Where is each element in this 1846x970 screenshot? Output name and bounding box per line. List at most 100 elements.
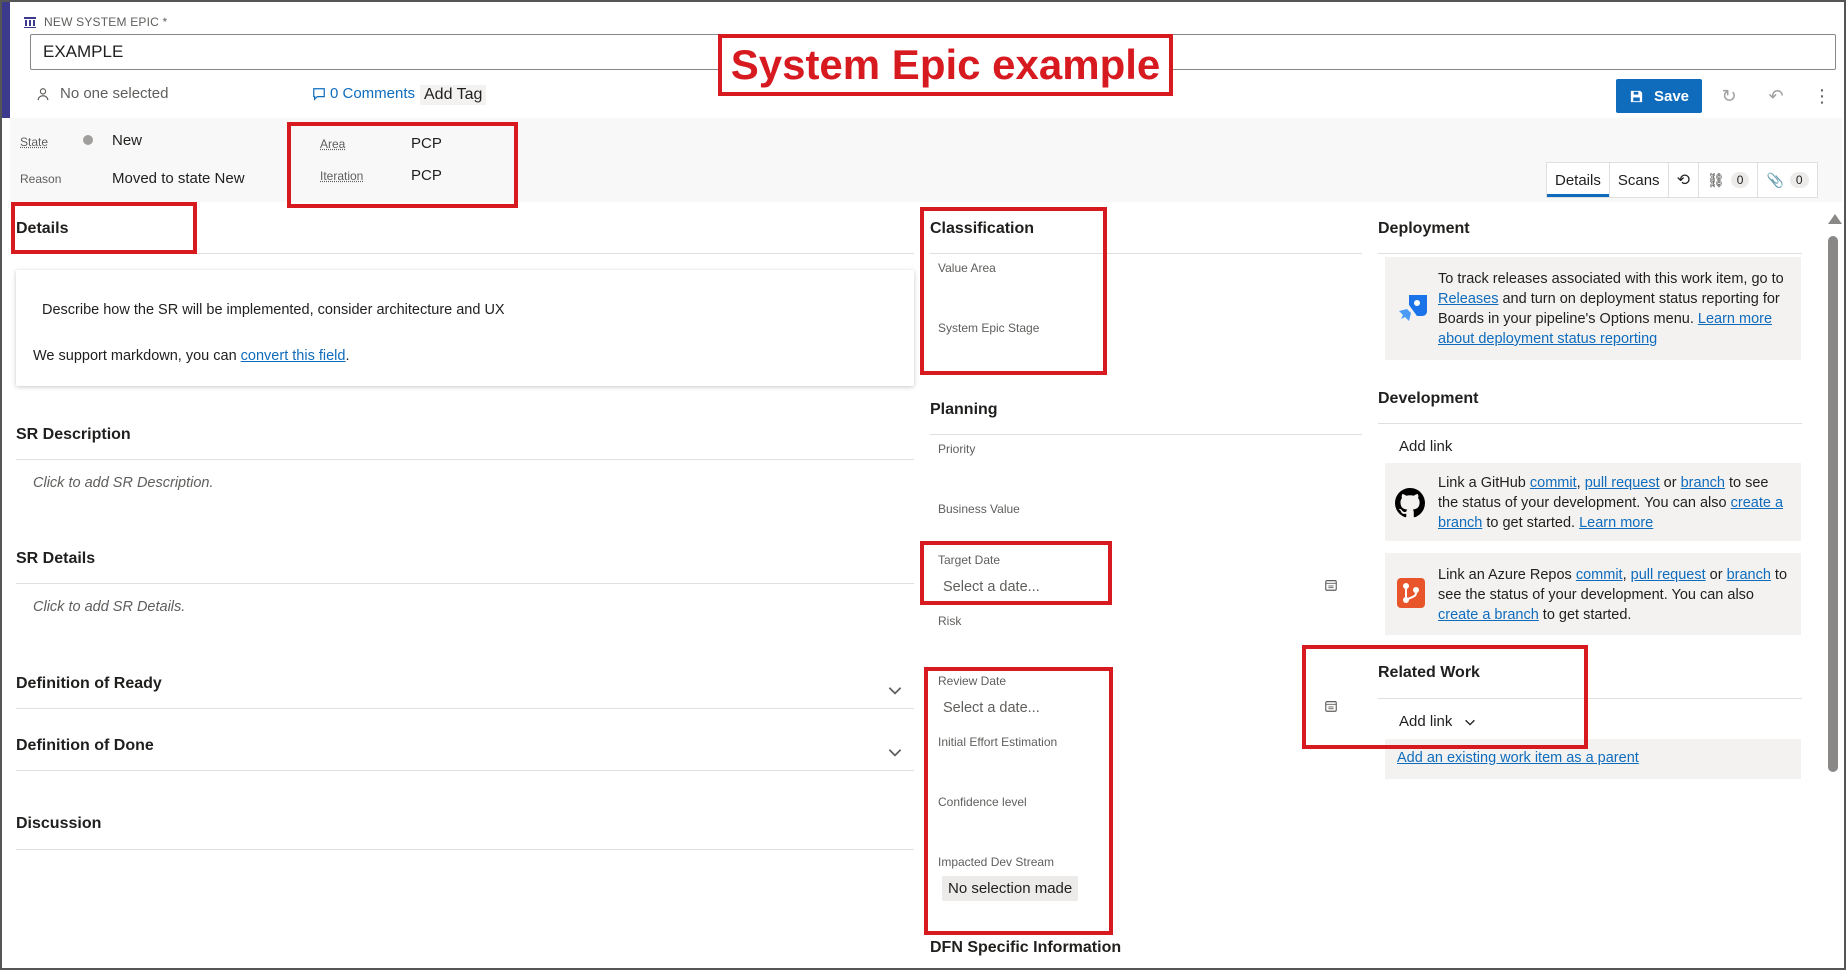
calendar-icon[interactable] [1324,578,1338,592]
link-icon: ⛓ [1706,171,1725,188]
chevron-down-icon[interactable] [886,743,904,761]
markdown-note: We support markdown, you can convert thi… [33,346,349,366]
azure-line-1-end: to [1770,567,1788,583]
or-2: or [1705,567,1727,583]
assignee-picker[interactable]: No one selected [36,85,168,102]
azure-commit-link[interactable]: commit [1576,567,1623,583]
azure-create-branch-link[interactable]: create a branch [1438,607,1539,623]
comma-2: , [1622,567,1631,583]
dod-rule [16,770,914,771]
azure-pipelines-icon [1399,295,1427,321]
save-label: Save [1653,87,1690,105]
discussion-title: Discussion [16,815,102,832]
attachment-icon: 📎 [1766,171,1784,188]
development-add-link[interactable]: Add link [1399,438,1452,455]
attachments-count: 0 [1789,172,1809,188]
tab-scans[interactable]: Scans [1610,163,1669,197]
annotation-details [11,202,197,254]
chevron-down-icon[interactable] [886,681,904,699]
work-item-type-label: NEW SYSTEM EPIC * [44,15,168,29]
save-icon [1630,90,1643,102]
risk-label: Risk [938,614,962,628]
undo-icon[interactable]: ↶ [1764,84,1788,108]
work-item-color-bar [2,2,10,118]
github-text: Link a GitHub commit, pull request or br… [1438,473,1798,533]
dor-rule [16,708,914,709]
reason-value[interactable]: Moved to state New [112,170,245,187]
assignee-label: No one selected [60,85,169,102]
person-icon [37,87,49,100]
definition-of-done-title[interactable]: Definition of Done [16,737,154,755]
tab-history[interactable]: ⟲ [1669,163,1699,197]
deployment-line-2-text: and turn on deployment status reporting … [1498,291,1780,307]
state-value[interactable]: New [112,132,142,149]
azure-line-1: Link an Azure Repos commit, pull request… [1438,565,1798,585]
scrollbar-thumb[interactable] [1828,236,1838,772]
azure-line-3-text: to get started. [1538,607,1632,623]
github-card: Link a GitHub commit, pull request or br… [1385,463,1801,541]
convert-field-link[interactable]: convert this field [241,348,346,364]
github-line-1-end: to see [1724,475,1769,491]
business-value-label: Business Value [938,502,1020,516]
tab-details[interactable]: Details [1547,163,1610,197]
deployment-rule [1378,253,1802,254]
deployment-status-link[interactable]: about deployment status reporting [1438,331,1657,347]
github-learn-more-link[interactable]: Learn more [1579,515,1653,531]
deployment-line-4: about deployment status reporting [1438,329,1798,349]
github-create-branch-link-2[interactable]: branch [1438,515,1482,531]
comments-count: 0 Comments [330,85,416,102]
links-count: 0 [1730,172,1750,188]
azure-pull-request-link[interactable]: pull request [1631,567,1706,583]
tab-attachments[interactable]: 📎 0 [1758,163,1816,197]
github-pull-request-link[interactable]: pull request [1585,475,1660,491]
description-editor[interactable]: Describe how the SR will be implemented,… [16,270,914,386]
markdown-note-suffix: . [345,348,350,364]
azure-line-2: see the status of your development. You … [1438,587,1754,603]
history-icon: ⟲ [1676,172,1690,189]
github-icon [1395,488,1425,518]
github-line-3-text: to get started. [1482,515,1580,531]
github-commit-link[interactable]: commit [1530,475,1577,491]
github-line-1: Link a GitHub commit, pull request or br… [1438,473,1798,493]
save-button[interactable]: Save [1616,79,1702,113]
refresh-icon[interactable]: ↻ [1717,84,1741,108]
sr-details-title: SR Details [16,550,96,567]
definition-of-ready-title[interactable]: Definition of Ready [16,675,162,693]
releases-link[interactable]: Releases [1438,291,1498,307]
tab-links[interactable]: ⛓ 0 [1699,163,1759,197]
planning-title: Planning [930,401,998,418]
sr-details-field[interactable]: Click to add SR Details. [33,599,185,615]
sr-description-field[interactable]: Click to add SR Description. [33,475,214,491]
azure-repos-icon [1397,578,1425,608]
deployment-line-3-text: Boards in your pipeline's Options menu. [1438,311,1698,327]
more-actions-icon[interactable]: ⋮ [1810,84,1834,108]
add-existing-parent-link[interactable]: Add an existing work item as a parent [1397,750,1639,766]
deployment-line-3: Boards in your pipeline's Options menu. … [1438,309,1798,329]
or-1: or [1659,475,1681,491]
learn-more-link[interactable]: Learn more [1698,311,1772,327]
github-line-1-text: Link a GitHub [1438,475,1530,491]
azure-branch-link[interactable]: branch [1727,567,1771,583]
github-branch-link[interactable]: branch [1681,475,1725,491]
azure-line-1-text: Link an Azure Repos [1438,567,1576,583]
tab-details-label: Details [1555,171,1601,189]
comments-link[interactable]: 0 Comments [312,85,415,102]
comment-icon [313,87,325,101]
github-create-branch-link[interactable]: create a [1731,495,1783,511]
deployment-text: To track releases associated with this w… [1438,269,1798,349]
work-item-type-header: NEW SYSTEM EPIC * [22,14,167,30]
state-label: State [20,135,49,149]
development-rule [1378,423,1802,424]
scroll-up-arrow[interactable] [1828,214,1842,224]
deployment-line-1: To track releases associated with this w… [1438,271,1784,287]
annotation-related-work [1302,645,1588,749]
annotation-target-date [920,541,1112,605]
azure-repos-card: Link an Azure Repos commit, pull request… [1385,553,1801,635]
github-line-2-text: the status of your development. You can … [1438,495,1731,511]
sr-description-rule [16,459,914,460]
sr-details-rule [16,583,914,584]
dfn-specific-information-title: DFN Specific Information [930,939,1122,956]
azure-line-3: create a branch to get started. [1438,605,1798,625]
github-line-2: the status of your development. You can … [1438,493,1798,513]
add-tag-button[interactable]: Add Tag [420,85,487,105]
